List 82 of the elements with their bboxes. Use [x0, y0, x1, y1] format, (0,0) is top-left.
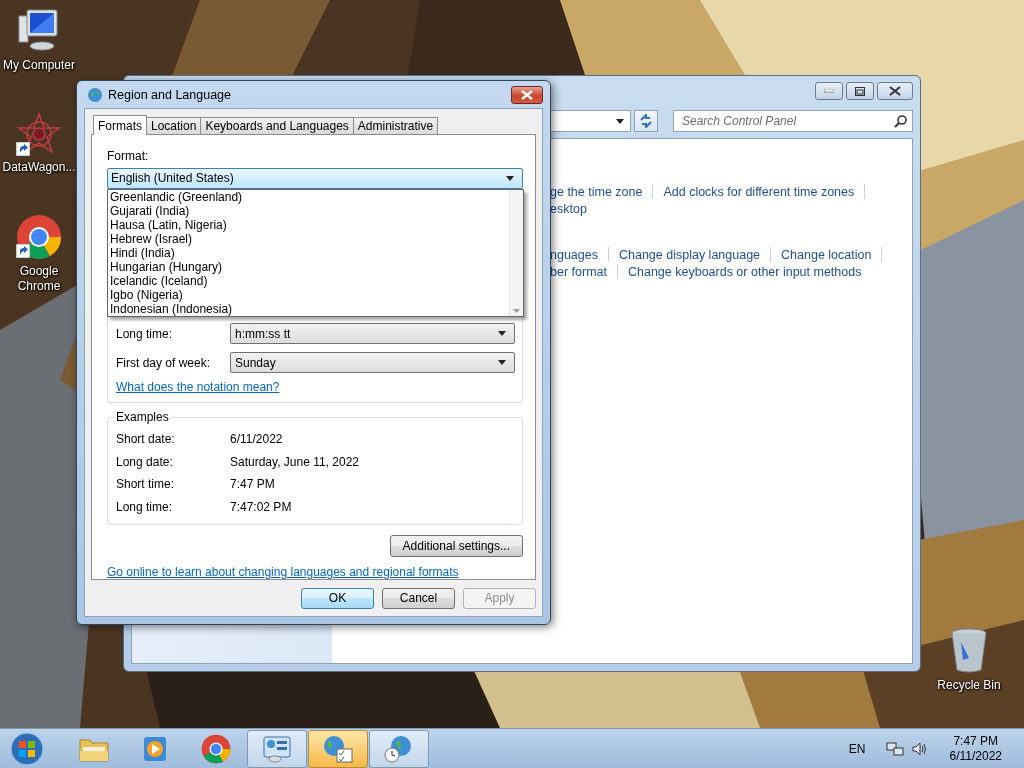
dropdown-arrow-icon: [498, 360, 506, 365]
list-option[interactable]: Icelandic (Iceland): [110, 273, 509, 288]
close-icon: [521, 90, 533, 100]
task-link[interactable]: Change display language: [618, 247, 761, 262]
task-link[interactable]: ge the time zone: [550, 184, 643, 199]
clock-date[interactable]: 6/11/2022: [949, 748, 1002, 764]
list-option[interactable]: Indonesian (Indonesia): [110, 301, 509, 316]
example-value: Saturday, June 11, 2022: [230, 454, 359, 469]
play-icon: [142, 734, 168, 763]
format-label: Format:: [107, 149, 149, 165]
maximize-icon: [855, 86, 865, 96]
refresh-icon: [639, 114, 653, 128]
dropdown-arrow-icon: [616, 118, 624, 124]
dialog-button[interactable]: OK: [301, 587, 374, 609]
window-title: Region and Language: [108, 87, 233, 102]
example-label: Short time:: [116, 477, 176, 492]
desktop-icon-label[interactable]: Recycle Bin: [937, 678, 1001, 693]
minimize-icon: [824, 89, 834, 93]
refresh-button[interactable]: [634, 110, 658, 132]
close-button[interactable]: [511, 86, 543, 104]
tab[interactable]: Location: [146, 117, 202, 134]
address-bar[interactable]: [551, 110, 631, 132]
tab[interactable]: Administrative: [352, 117, 439, 134]
taskbar-button[interactable]: [369, 729, 429, 768]
list-option[interactable]: Hausa (Latin, Nigeria): [110, 217, 509, 232]
format-dropdown[interactable]: English (United States): [107, 167, 523, 189]
tab[interactable]: Keyboards and Languages: [200, 117, 354, 134]
tab[interactable]: Formats: [93, 115, 147, 135]
example-value: 6/11/2022: [230, 432, 283, 447]
additional-settings-button[interactable]: Additional settings...: [389, 535, 523, 557]
list-option[interactable]: Hungarian (Hungary): [110, 259, 509, 274]
group-title: Examples: [114, 410, 171, 424]
desktop-icon-label[interactable]: Google Chrome: [0, 264, 78, 294]
task-link[interactable]: esktop: [550, 201, 587, 216]
start-orb-icon: [10, 731, 44, 766]
field-label: Long time:: [116, 326, 174, 341]
desktop-icon-label[interactable]: DataWagon...: [2, 160, 76, 175]
example-label: Long date:: [116, 454, 174, 469]
field-label: First day of week:: [116, 355, 212, 370]
chrome-icon: [201, 733, 231, 764]
help-link[interactable]: Go online to learn about changing languages and regional formats: [107, 565, 459, 579]
list-option[interactable]: Gujarati (India): [110, 203, 509, 218]
search-icon: [894, 115, 907, 128]
example-label: Short date:: [116, 432, 176, 447]
format-dropdown[interactable]: h:mm:ss tt: [230, 323, 515, 344]
clock-time[interactable]: 7:47 PM: [953, 733, 999, 749]
help-link[interactable]: What does the notation mean?: [116, 380, 280, 394]
example-value: 7:47:02 PM: [230, 499, 292, 514]
list-option[interactable]: Greenlandic (Greenland): [110, 189, 509, 204]
format-dropdown[interactable]: Sunday: [230, 352, 515, 373]
minimize-button[interactable]: [815, 82, 843, 100]
task-link[interactable]: ber format: [550, 264, 607, 279]
computer-icon[interactable]: [17, 8, 61, 54]
volume-icon[interactable]: [911, 741, 928, 756]
scrollbar[interactable]: [509, 189, 523, 316]
search-field[interactable]: Search Control Panel: [673, 110, 913, 132]
task-link[interactable]: Add clocks for different time zones: [663, 184, 855, 199]
network-icon[interactable]: [885, 740, 904, 757]
dialog-button[interactable]: Cancel: [382, 587, 455, 609]
example-label: Long time:: [116, 499, 174, 514]
task-link[interactable]: Change keyboards or other input methods: [627, 264, 862, 279]
close-button[interactable]: [877, 82, 913, 100]
list-option[interactable]: Hebrew (Israel): [110, 231, 509, 246]
list-option[interactable]: Hindi (India): [110, 245, 509, 260]
task-link[interactable]: nguages: [550, 247, 598, 262]
taskbar-button[interactable]: [308, 729, 368, 768]
language-indicator[interactable]: EN: [848, 741, 866, 756]
task-link[interactable]: Change location: [781, 247, 872, 262]
taskbar-button[interactable]: [247, 729, 307, 768]
control-panel-icon: [262, 734, 292, 763]
desktop-icon-label[interactable]: My Computer: [3, 58, 75, 73]
dropdown-arrow-icon: [506, 175, 514, 181]
globe-icon: [87, 86, 103, 103]
star-burst-icon[interactable]: [17, 112, 61, 156]
globe-checklist-icon: [322, 733, 354, 764]
example-value: 7:47 PM: [230, 477, 275, 492]
maximize-button[interactable]: [846, 82, 874, 100]
close-icon: [889, 86, 901, 96]
recycle-bin-icon[interactable]: [949, 628, 989, 674]
dropdown-arrow-icon: [498, 331, 506, 336]
list-option[interactable]: Igbo (Nigeria): [110, 287, 509, 302]
scroll-down-icon: [513, 309, 520, 313]
